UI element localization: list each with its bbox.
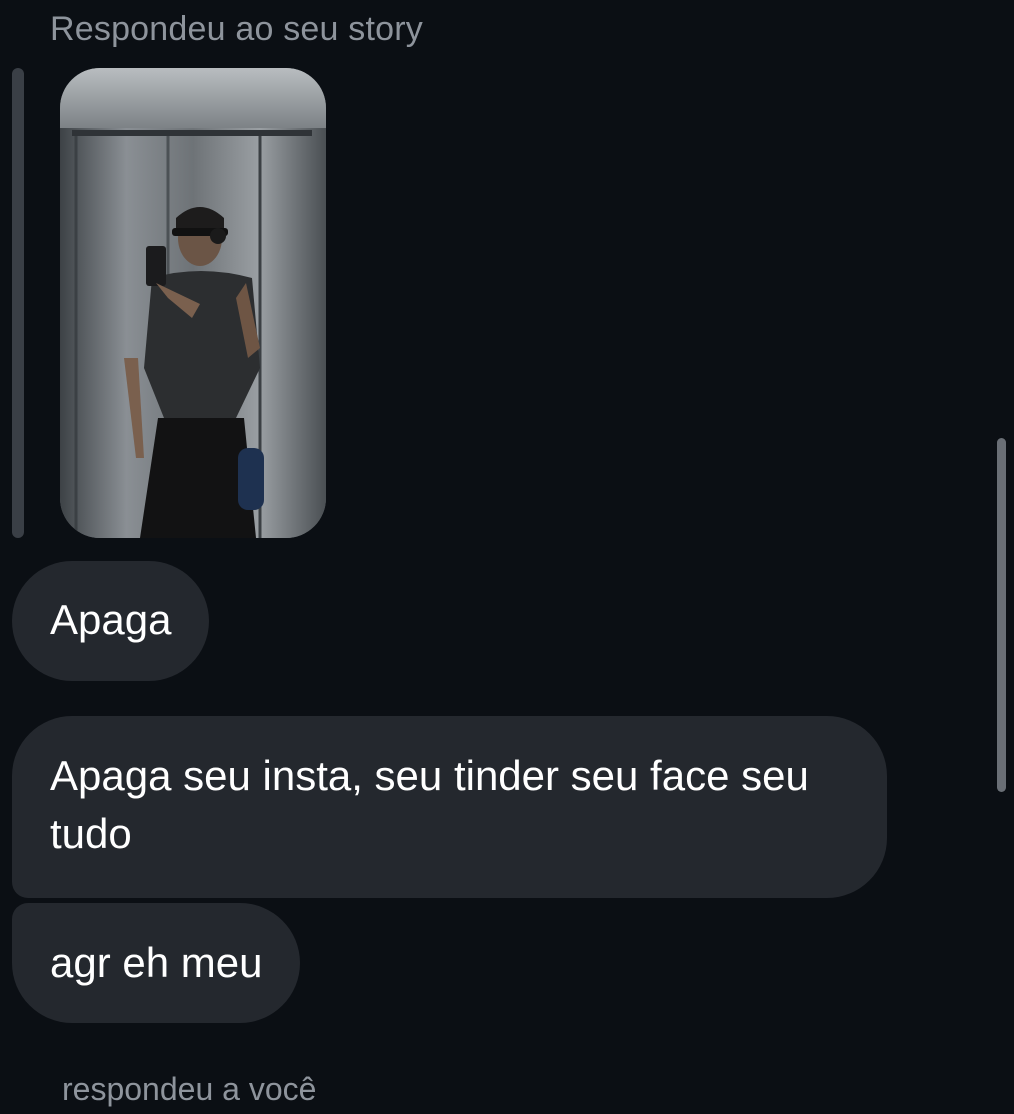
- message-bubble[interactable]: Apaga seu insta, seu tinder seu face seu…: [12, 716, 887, 898]
- story-thumbnail[interactable]: [60, 68, 326, 538]
- reply-indicator-bar: [12, 68, 24, 538]
- message-bubble[interactable]: Apaga: [12, 561, 210, 681]
- story-reply-caption: Respondeu ao seu story: [50, 10, 423, 48]
- message-bubble[interactable]: agr eh meu: [12, 903, 301, 1023]
- story-photo-icon: [60, 68, 326, 538]
- scrollbar[interactable]: [997, 438, 1006, 792]
- message-text: Apaga: [50, 596, 172, 643]
- chat-screen: Respondeu ao seu story Apaga Apaga seu i…: [0, 0, 1014, 1114]
- message-text: agr eh meu: [50, 939, 263, 986]
- reply-caption: respondeu a você: [62, 1071, 317, 1107]
- message-text: Apaga seu insta, seu tinder seu face seu…: [50, 752, 809, 857]
